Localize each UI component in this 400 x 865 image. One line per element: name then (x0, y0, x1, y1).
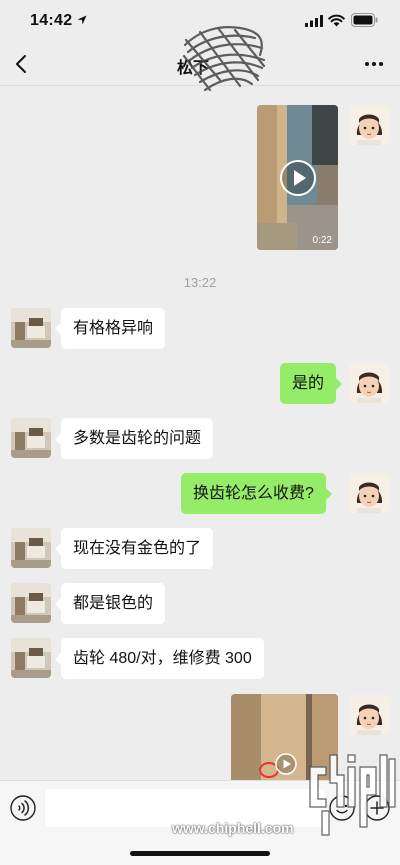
avatar-contact[interactable] (11, 418, 51, 458)
avatar-self[interactable] (349, 473, 389, 513)
avatar-contact[interactable] (11, 528, 51, 568)
play-icon[interactable] (274, 752, 298, 776)
message-bubble-incoming[interactable]: 都是银色的 (54, 583, 166, 624)
wifi-icon (328, 14, 345, 27)
battery-icon (351, 13, 378, 27)
redaction-scribble (182, 26, 266, 92)
message-bubble-incoming[interactable]: 有格格异响 (54, 308, 166, 349)
message-bubble-incoming[interactable]: 现在没有金色的了 (54, 528, 214, 569)
avatar-contact[interactable] (11, 638, 51, 678)
message-bubble-incoming[interactable]: 多数是齿轮的问题 (54, 418, 214, 459)
message-bubble-outgoing[interactable]: 换齿轮怎么收费? (181, 473, 332, 514)
avatar-self[interactable] (349, 105, 389, 145)
avatar-contact[interactable] (11, 583, 51, 623)
avatar-contact[interactable] (11, 308, 51, 348)
home-indicator (130, 851, 270, 856)
message-bubble-outgoing[interactable]: 是的 (280, 363, 343, 404)
chat-timestamp: 13:22 (183, 275, 217, 290)
video-duration: 0:22 (312, 235, 332, 246)
location-arrow-icon (77, 15, 87, 25)
avatar-self[interactable] (349, 695, 389, 735)
voice-icon[interactable] (10, 795, 36, 821)
status-time: 14:42 (30, 12, 73, 29)
avatar-self[interactable] (349, 363, 389, 403)
more-dots-icon[interactable] (362, 54, 386, 74)
message-bubble-incoming[interactable]: 齿轮 480/对，维修费 300 (55, 638, 264, 679)
signal-icon (305, 15, 323, 27)
watermark-text: www.chiphell.com (172, 820, 294, 836)
chiphell-logo (309, 754, 396, 836)
play-icon[interactable] (278, 158, 318, 198)
video-message-1[interactable]: 0:22 (257, 105, 338, 250)
